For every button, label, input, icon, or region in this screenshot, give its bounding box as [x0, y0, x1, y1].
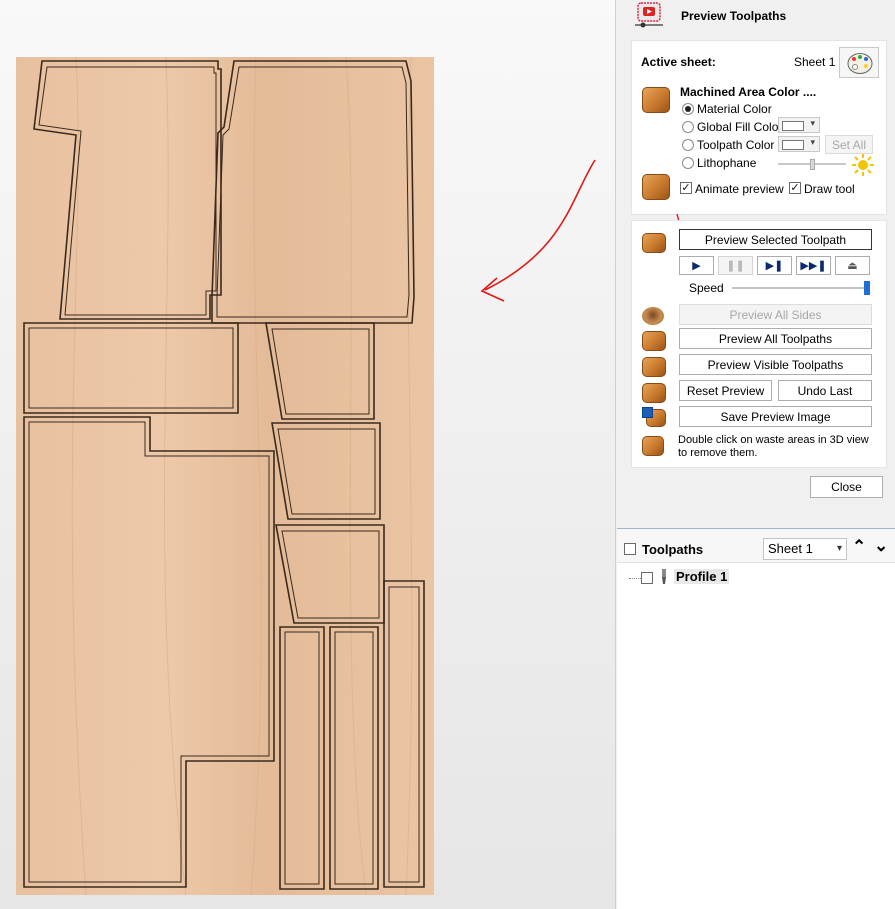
preview-selected-icon [642, 233, 666, 253]
machined-area-section: Active sheet: Sheet 1 Machined Area Colo… [631, 40, 887, 215]
close-button[interactable]: Close [810, 476, 883, 498]
eject-button[interactable]: ⏏ [835, 256, 870, 275]
speed-label: Speed [689, 281, 724, 295]
move-up-icon[interactable]: ⌃ [852, 537, 866, 557]
draw-tool-checkbox[interactable]: ✓ [789, 182, 801, 194]
toolpath-color-label: Toolpath Color [697, 138, 775, 152]
sun-icon [852, 154, 874, 176]
preview-controls-section: Preview Selected Toolpath ▶ ❚❚ ▶❚ ▶▶❚ ⏏ … [631, 220, 887, 468]
draw-tool-label: Draw tool [804, 182, 855, 196]
sheet-select[interactable]: Sheet 1 [763, 538, 847, 560]
hint-line-2: to remove them. [678, 447, 758, 459]
animate-preview-checkbox[interactable]: ✓ [680, 182, 692, 194]
global-fill-color-radio[interactable] [682, 121, 694, 133]
lithophane-radio[interactable] [682, 157, 694, 169]
machined-area-icon [642, 87, 670, 113]
eject-icon: ⏏ [847, 260, 858, 272]
waste-area-hint-icon [642, 436, 664, 456]
step-button[interactable]: ▶❚ [757, 256, 792, 275]
active-sheet-value: Sheet 1 [794, 55, 836, 69]
undo-last-button[interactable]: Undo Last [778, 380, 872, 401]
skip-to-end-button[interactable]: ▶▶❚ [796, 256, 831, 275]
preview-all-toolpaths-button[interactable]: Preview All Toolpaths [679, 328, 872, 349]
lithophane-label: Lithophane [697, 156, 757, 170]
active-sheet-label: Active sheet: [641, 55, 716, 69]
preview-selected-toolpath-button[interactable]: Preview Selected Toolpath [679, 229, 872, 250]
lithophane-slider[interactable] [778, 159, 846, 170]
preview-toolpaths-panel: Preview Toolpaths Active sheet: Sheet 1 … [617, 0, 895, 909]
save-preview-image-icon [642, 407, 666, 427]
wood-sheet-preview[interactable] [16, 57, 434, 895]
preview-visible-toolpaths-button[interactable]: Preview Visible Toolpaths [679, 354, 872, 375]
step-forward-icon: ▶❚ [765, 260, 784, 272]
3d-view[interactable] [0, 0, 616, 909]
toolpath-color-picker[interactable] [778, 136, 820, 152]
move-down-icon[interactable]: ⌄ [874, 536, 888, 556]
pause-button[interactable]: ❚❚ [718, 256, 753, 275]
set-all-button[interactable]: Set All [825, 135, 873, 154]
animate-preview-icon [642, 174, 670, 200]
hint-line-1: Double click on waste areas in 3D view [678, 434, 869, 446]
toolpaths-list-panel: Toolpaths Sheet 1 ⌃ ⌄ Profile 1 [617, 528, 895, 909]
global-fill-color-picker[interactable] [778, 117, 820, 133]
preview-all-toolpaths-icon [642, 331, 666, 351]
fast-forward-icon: ▶▶❚ [800, 260, 827, 272]
palette-button[interactable] [839, 47, 879, 78]
machined-area-heading: Machined Area Color .... [680, 85, 817, 99]
palette-icon [847, 53, 873, 74]
material-color-radio[interactable] [682, 103, 694, 115]
preview-all-sides-icon [642, 307, 664, 325]
animate-preview-label: Animate preview [695, 182, 784, 196]
toolpaths-header: Toolpaths Sheet 1 ⌃ ⌄ [617, 529, 895, 563]
profile-1-checkbox[interactable] [641, 572, 653, 584]
toolpath-item-profile-1[interactable]: Profile 1 [674, 569, 730, 584]
global-fill-color-label: Global Fill Color [697, 120, 783, 134]
toolpaths-heading: Toolpaths [642, 542, 704, 557]
tree-line [629, 578, 641, 579]
panel-title: Preview Toolpaths [681, 9, 787, 23]
play-icon: ▶ [692, 260, 701, 272]
preview-all-sides-button[interactable]: Preview All Sides [679, 304, 872, 325]
material-color-label: Material Color [697, 102, 772, 116]
pause-icon: ❚❚ [726, 260, 745, 272]
save-preview-image-button[interactable]: Save Preview Image [679, 406, 872, 427]
reset-preview-button[interactable]: Reset Preview [679, 380, 772, 401]
reset-preview-icon [642, 383, 666, 403]
tool-bit-icon [662, 569, 666, 584]
toolpath-color-radio[interactable] [682, 139, 694, 151]
preview-video-icon [635, 2, 663, 28]
toolpaths-all-checkbox[interactable] [624, 543, 636, 555]
speed-slider[interactable] [732, 281, 870, 295]
preview-visible-toolpaths-icon [642, 357, 666, 377]
play-button[interactable]: ▶ [679, 256, 714, 275]
panel-title-bar: Preview Toolpaths [631, 0, 895, 34]
